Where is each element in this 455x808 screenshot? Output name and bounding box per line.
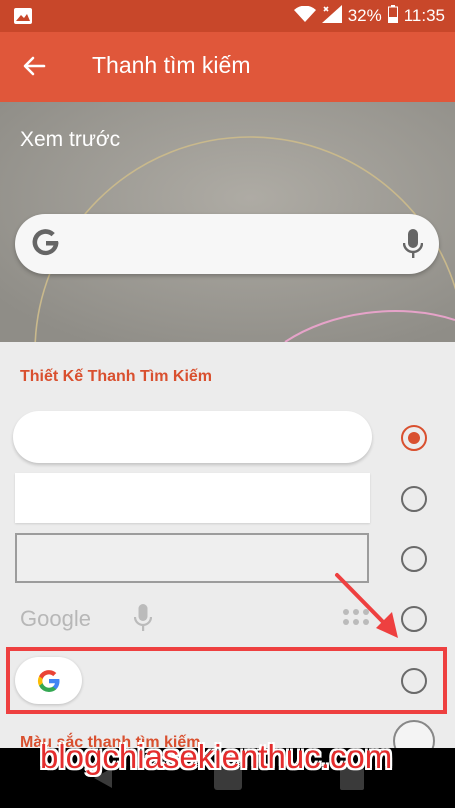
google-g-color-icon	[37, 669, 61, 698]
mic-icon	[133, 604, 153, 637]
style-option-rounded[interactable]	[13, 411, 372, 463]
google-wordmark: Google	[20, 606, 91, 631]
style-option-outlined[interactable]	[15, 533, 369, 583]
page-title: Thanh tìm kiếm	[92, 52, 251, 78]
status-bar: 32% 11:35	[0, 0, 455, 32]
style-radio-2[interactable]	[401, 486, 427, 512]
style-radio-4[interactable]	[401, 606, 427, 632]
style-radio-5[interactable]	[401, 668, 427, 694]
style-radio-1[interactable]	[401, 425, 427, 451]
watermark: blogchiasekienthuc.com	[40, 738, 393, 775]
style-option-google-pill[interactable]	[15, 657, 82, 704]
preview-panel: Xem trước	[0, 102, 455, 342]
app-bar: Thanh tìm kiếm	[0, 32, 455, 102]
style-option-transparent[interactable]: Google	[15, 598, 375, 640]
style-radio-3[interactable]	[401, 546, 427, 572]
clock: 11:35	[403, 6, 445, 25]
battery-icon	[387, 4, 398, 28]
design-section-title: Thiết Kế Thanh Tìm Kiếm	[20, 368, 213, 385]
apps-grid-icon	[342, 608, 370, 635]
style-option-square[interactable]	[15, 473, 370, 523]
signal-icon	[321, 4, 342, 28]
mic-icon	[402, 229, 424, 264]
image-icon	[14, 8, 32, 29]
preview-search-bar	[15, 214, 439, 274]
back-arrow-icon[interactable]	[22, 54, 46, 83]
wifi-icon	[293, 5, 316, 27]
google-g-icon	[29, 226, 63, 265]
preview-label: Xem trước	[20, 128, 121, 151]
battery-level: 32%	[347, 6, 382, 25]
